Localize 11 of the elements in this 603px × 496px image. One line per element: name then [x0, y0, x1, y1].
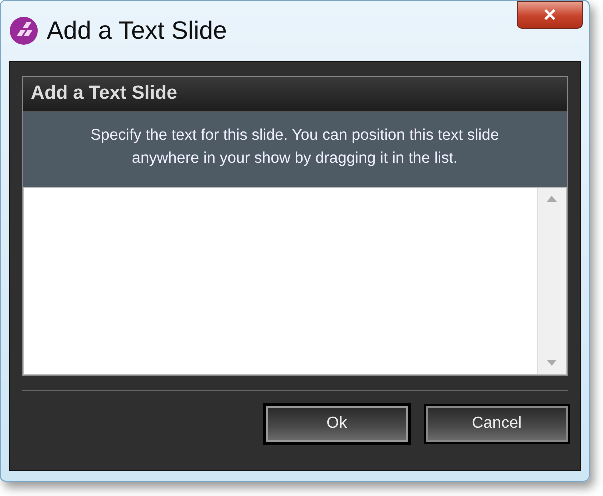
- text-field[interactable]: [23, 187, 567, 375]
- ok-button[interactable]: Ok: [266, 406, 408, 442]
- close-button[interactable]: ✕: [517, 1, 583, 29]
- scrollbar[interactable]: [537, 188, 566, 374]
- scroll-up-icon[interactable]: [547, 196, 557, 202]
- scroll-down-icon[interactable]: [547, 360, 557, 366]
- window-title: Add a Text Slide: [47, 16, 228, 46]
- cancel-button[interactable]: Cancel: [426, 406, 568, 442]
- app-logo-icon: [9, 16, 39, 46]
- panel-description: Specify the text for this slide. You can position this text slide anywhere in your show by dragging it in the list.: [23, 112, 567, 187]
- panel-heading: Add a Text Slide: [23, 77, 567, 112]
